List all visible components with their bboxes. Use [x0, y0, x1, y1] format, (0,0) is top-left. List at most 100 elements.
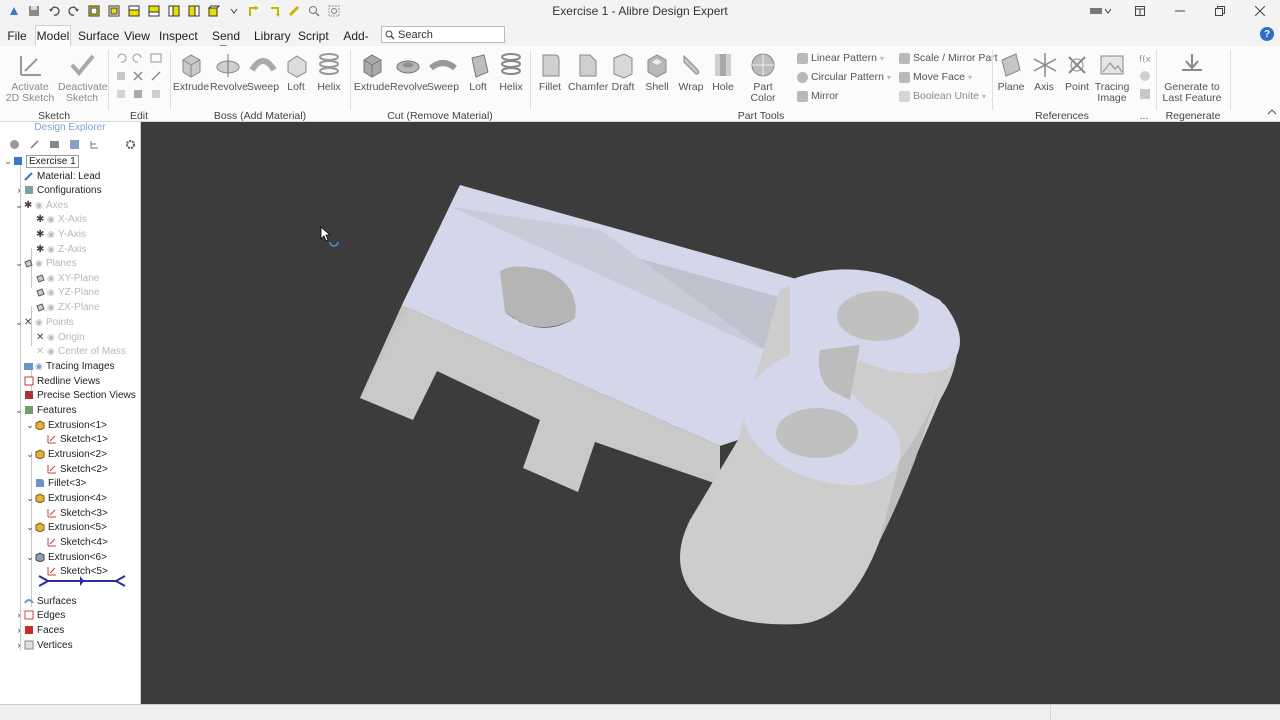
tree-configurations[interactable]: › Configurations — [14, 183, 102, 197]
tree-axes[interactable]: ⌄ ✱ ◉ Axes — [14, 198, 68, 212]
rollback-icon[interactable] — [150, 52, 162, 64]
filter-icon[interactable] — [44, 136, 64, 152]
tree-precise-section-views[interactable]: Precise Section Views — [24, 388, 136, 402]
activate-2d-sketch-button[interactable]: Activate 2D Sketch — [4, 50, 56, 104]
tree-z-axis[interactable]: ✱ ◉ Z-Axis — [36, 242, 86, 256]
view-left-icon[interactable] — [166, 3, 182, 19]
restore-layout-icon[interactable] — [1120, 0, 1160, 22]
delete-icon[interactable] — [132, 70, 144, 82]
tree-extrusion-4[interactable]: ⌄ Extrusion<4> — [25, 491, 107, 505]
zoom-icon[interactable] — [306, 3, 322, 19]
view-top-icon[interactable] — [126, 3, 142, 19]
boolean-unite-button[interactable]: Boolean Unite ▾ — [899, 90, 986, 102]
tree-vertices[interactable]: › Vertices — [14, 638, 73, 652]
eye-icon[interactable]: ◉ — [35, 258, 44, 268]
zoom-window-icon[interactable] — [326, 3, 342, 19]
rollback-bar[interactable] — [38, 574, 126, 588]
point-button[interactable]: Point — [1062, 50, 1092, 93]
tree-x-axis[interactable]: ✱ ◉ X-Axis — [36, 212, 87, 226]
boss-sweep-button[interactable]: Sweep — [246, 50, 280, 93]
eye-icon[interactable]: ◉ — [35, 317, 44, 327]
tree-root[interactable]: ⌄ Exercise 1 — [3, 154, 79, 168]
scale-mirror-part-button[interactable]: Scale / Mirror Part — [899, 52, 998, 64]
axis-button[interactable]: Axis — [1030, 50, 1058, 93]
chevron-down-icon[interactable]: ⌄ — [25, 449, 35, 460]
chevron-down-icon[interactable]: ⌄ — [14, 405, 24, 416]
tree-extrusion-1[interactable]: ⌄ Extrusion<1> — [25, 418, 107, 432]
help-icon[interactable]: ? — [1260, 27, 1274, 41]
cut-helix-button[interactable]: Helix — [496, 50, 526, 93]
eye-icon[interactable]: ◉ — [35, 200, 44, 210]
chevron-down-icon[interactable]: ⌄ — [14, 258, 24, 269]
circular-pattern-button[interactable]: Circular Pattern ▾ — [797, 71, 891, 83]
draft-button[interactable]: Draft — [608, 50, 638, 93]
measure-icon[interactable] — [286, 3, 302, 19]
eye-icon[interactable]: ◉ — [47, 214, 56, 224]
generate-to-last-feature-button[interactable]: Generate to Last Feature — [1160, 50, 1224, 104]
eye-icon[interactable]: ◉ — [47, 302, 56, 312]
tree-surfaces[interactable]: Surfaces — [24, 594, 76, 608]
boss-helix-button[interactable]: Helix — [314, 50, 344, 93]
cut-sweep-button[interactable]: Sweep — [426, 50, 460, 93]
move-face-button[interactable]: Move Face ▾ — [899, 71, 972, 83]
cut-loft-button[interactable]: Loft — [464, 50, 492, 93]
formula-icon[interactable]: f(x) — [1139, 52, 1151, 64]
gear-icon[interactable] — [120, 136, 140, 152]
cut-extrude-button[interactable]: Extrude — [353, 50, 391, 93]
tree-faces[interactable]: › Faces — [14, 623, 65, 637]
cut-revolve-button[interactable]: Revolve — [390, 50, 428, 93]
eye-icon[interactable]: ◉ — [47, 332, 56, 342]
chevron-down-icon[interactable]: ⌄ — [25, 552, 35, 563]
model-viewport[interactable] — [146, 122, 1280, 704]
tree-tracing-images[interactable]: ◉ Tracing Images — [24, 359, 115, 373]
menu-surface[interactable]: Surface — [78, 26, 119, 46]
boss-revolve-button[interactable]: Revolve — [210, 50, 248, 93]
chevron-right-icon[interactable]: › — [14, 610, 24, 620]
tree-y-axis[interactable]: ✱ ◉ Y-Axis — [36, 227, 86, 241]
menu-script[interactable]: Script — [298, 26, 329, 46]
redo-icon[interactable] — [132, 52, 144, 64]
tree-points[interactable]: ⌄ ✕ ◉ Points — [14, 315, 74, 329]
view-right-icon[interactable] — [186, 3, 202, 19]
paste-special-icon[interactable] — [150, 88, 162, 100]
boss-loft-button[interactable]: Loft — [282, 50, 310, 93]
view-back-icon[interactable] — [106, 3, 122, 19]
tree-extrusion-6[interactable]: ⌄ Extrusion<6> — [25, 550, 107, 564]
chevron-right-icon[interactable]: › — [14, 625, 24, 635]
wrap-button[interactable]: Wrap — [676, 50, 706, 93]
menu-model[interactable]: Model — [35, 25, 71, 46]
app-logo-icon[interactable] — [6, 3, 22, 19]
account-icon[interactable] — [1080, 0, 1120, 22]
fillet-button[interactable]: Fillet — [534, 50, 566, 93]
chevron-down-icon[interactable]: ⌄ — [25, 493, 35, 504]
tree-material[interactable]: Material: Lead — [24, 169, 100, 183]
close-icon[interactable] — [1240, 0, 1280, 22]
tracing-image-button[interactable]: Tracing Image — [1094, 50, 1130, 104]
chevron-down-icon[interactable]: ⌄ — [14, 200, 24, 211]
cut-icon[interactable] — [115, 88, 127, 100]
tree-extrusion-5[interactable]: ⌄ Extrusion<5> — [25, 520, 107, 534]
rotate-left-icon[interactable] — [246, 3, 262, 19]
undo-icon[interactable] — [115, 52, 127, 64]
boss-extrude-button[interactable]: Extrude — [172, 50, 210, 93]
save-icon[interactable] — [26, 3, 42, 19]
chamfer-button[interactable]: Chamfer — [568, 50, 608, 93]
mirror-button[interactable]: Mirror — [797, 90, 838, 102]
tree-xy-plane[interactable]: ◉ XY-Plane — [36, 271, 99, 285]
view-bottom-icon[interactable] — [146, 3, 162, 19]
rotate-right-icon[interactable] — [266, 3, 282, 19]
menu-file[interactable]: File — [4, 26, 30, 46]
edit-icon[interactable] — [150, 70, 162, 82]
chevron-up-icon[interactable] — [1266, 106, 1278, 118]
eye-icon[interactable]: ◉ — [47, 244, 56, 254]
chevron-down-icon[interactable]: ⌄ — [3, 156, 13, 167]
chevron-right-icon[interactable]: › — [14, 640, 24, 650]
table-icon[interactable] — [1139, 88, 1151, 100]
window-icon[interactable] — [64, 136, 84, 152]
copy-icon[interactable] — [115, 70, 127, 82]
menu-view[interactable]: View — [124, 26, 150, 46]
eye-icon[interactable]: ◉ — [47, 346, 56, 356]
part-color-button[interactable]: Part Color — [740, 50, 786, 104]
tree-redline-views[interactable]: Redline Views — [24, 374, 100, 388]
deactivate-sketch-button[interactable]: Deactivate Sketch — [58, 50, 108, 104]
